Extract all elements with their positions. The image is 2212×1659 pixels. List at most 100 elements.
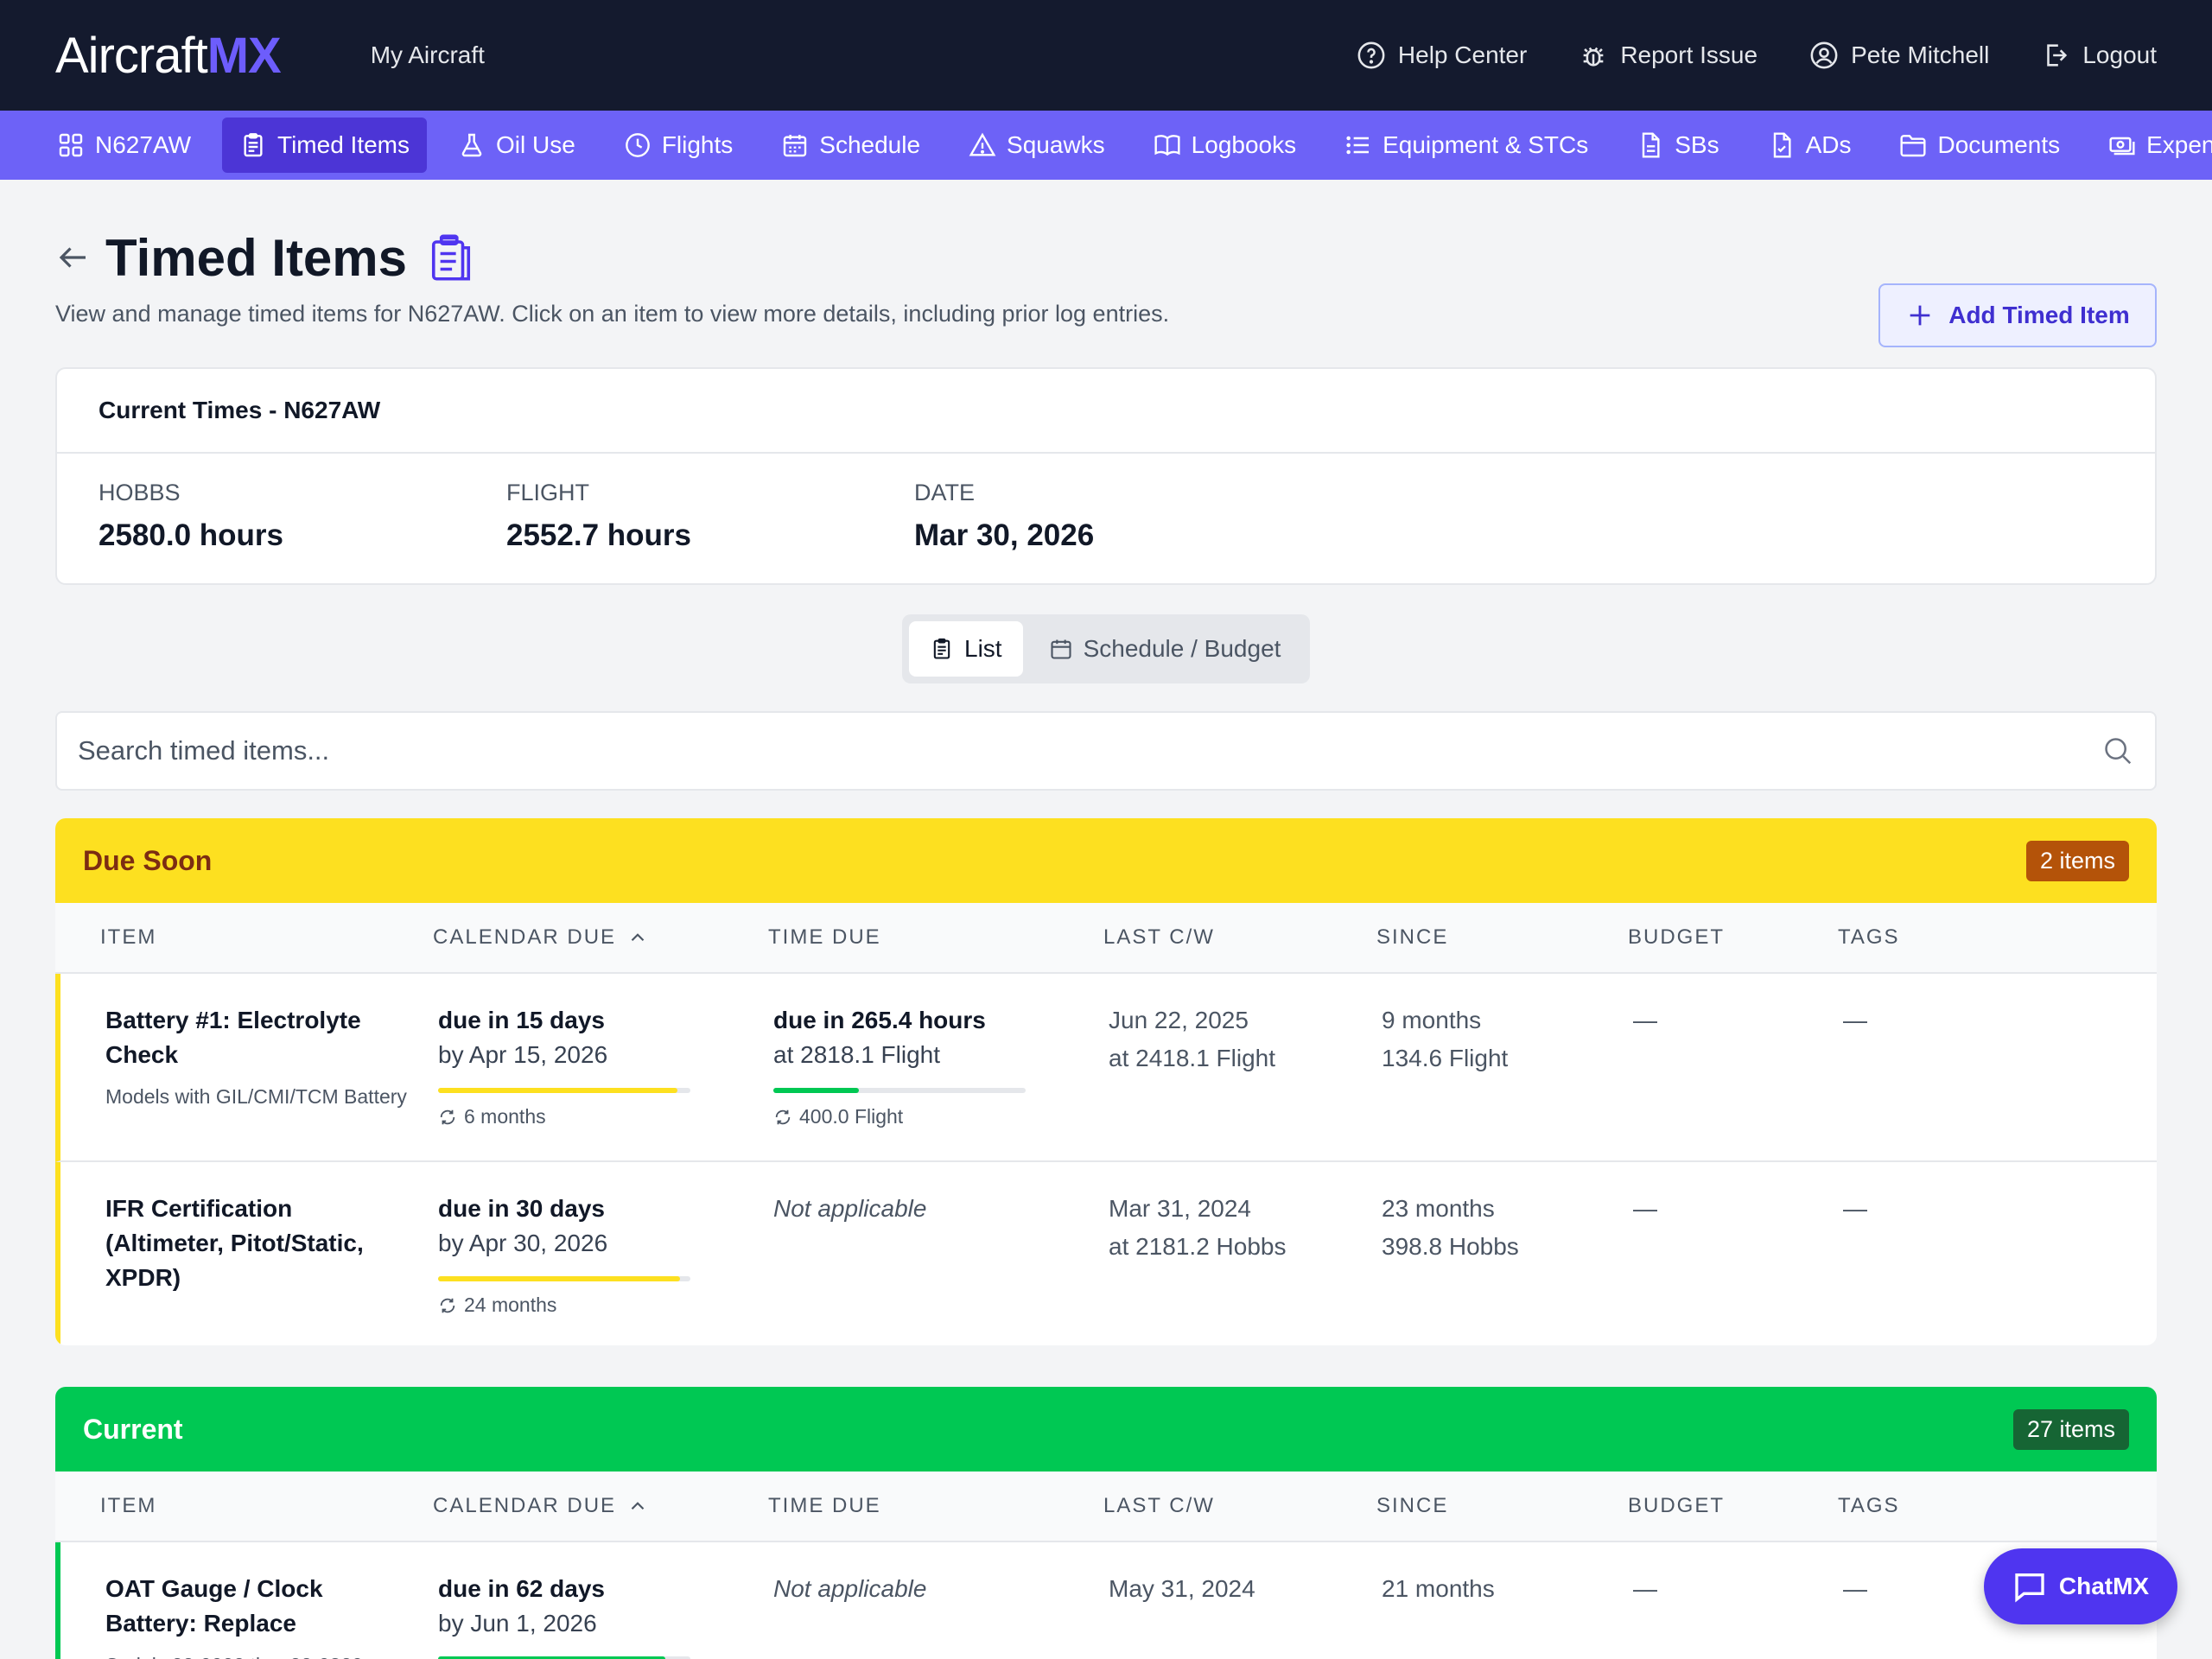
page-subtitle: View and manage timed items for N627AW. … <box>55 301 1170 327</box>
search-bar <box>55 711 2157 791</box>
table-row[interactable]: OAT Gauge / Clock Battery: Replace Seria… <box>55 1542 2157 1659</box>
my-aircraft-link[interactable]: My Aircraft <box>371 41 485 69</box>
nav-ads[interactable]: ADs <box>1751 118 1869 173</box>
flask-icon <box>458 131 486 159</box>
column-item[interactable]: ITEM <box>55 1494 433 1518</box>
logout-link[interactable]: Logout <box>2041 41 2157 70</box>
time-due-at: at 2818.1 Flight <box>773 1041 941 1068</box>
report-issue-link[interactable]: Report Issue <box>1579 41 1758 70</box>
table-row[interactable]: Battery #1: Electrolyte Check Models wit… <box>55 974 2157 1162</box>
nav-documents[interactable]: Documents <box>1882 118 2077 173</box>
user-circle-icon <box>1809 41 1839 70</box>
since-calendar: 21 months <box>1382 1575 1495 1602</box>
back-arrow-icon[interactable] <box>55 239 92 276</box>
nav-flights[interactable]: Flights <box>607 118 750 173</box>
current-section: Current 27 items ITEM CALENDAR DUE TIME … <box>55 1387 2157 1659</box>
item-count-badge: 27 items <box>2012 1408 2129 1450</box>
budget-value: — <box>1633 1575 1657 1602</box>
repeat-icon <box>438 1108 457 1127</box>
nav-oil-use[interactable]: Oil Use <box>441 118 593 173</box>
column-calendar-due[interactable]: CALENDAR DUE <box>433 925 768 950</box>
budget-value: — <box>1633 1007 1657 1033</box>
warning-triangle-icon <box>969 131 996 159</box>
chat-button[interactable]: ChatMX <box>1984 1548 2177 1624</box>
last-cw-at: at 2181.2 Hobbs <box>1109 1233 1287 1260</box>
nav-timed-items[interactable]: Timed Items <box>222 118 428 173</box>
user-profile-link[interactable]: Pete Mitchell <box>1809 41 1989 70</box>
nav-logbooks[interactable]: Logbooks <box>1136 118 1313 173</box>
search-icon[interactable] <box>2101 734 2134 767</box>
help-center-link[interactable]: Help Center <box>1357 41 1527 70</box>
schedule-budget-view-button[interactable]: Schedule / Budget <box>1028 621 1302 677</box>
calendar-icon <box>1049 637 1073 661</box>
search-input[interactable] <box>78 735 2101 766</box>
column-last-cw[interactable]: LAST C/W <box>1103 925 1376 950</box>
page-title: Timed Items <box>105 228 408 287</box>
column-budget[interactable]: BUDGET <box>1628 925 1838 950</box>
column-time-due[interactable]: TIME DUE <box>768 925 1103 950</box>
section-header[interactable]: Current 27 items <box>55 1387 2157 1471</box>
calendar-due-date: by Jun 1, 2026 <box>438 1610 597 1637</box>
time-due-status: due in 265.4 hours <box>773 1007 986 1033</box>
calendar-due-status: due in 15 days <box>438 1007 605 1033</box>
calendar-interval: 24 months <box>438 1294 773 1317</box>
since-calendar: 9 months <box>1382 1007 1482 1033</box>
table-header: ITEM CALENDAR DUE TIME DUE LAST C/W SINC… <box>55 1471 2157 1542</box>
view-toggle: List Schedule / Budget <box>902 614 1310 683</box>
list-icon <box>1344 131 1372 159</box>
column-tags[interactable]: TAGS <box>1838 1494 2157 1518</box>
item-count-badge: 2 items <box>2025 840 2129 881</box>
last-cw-date: Jun 22, 2025 <box>1109 1007 1249 1033</box>
nav-sbs[interactable]: SBs <box>1619 118 1736 173</box>
clock-icon <box>624 131 652 159</box>
item-name: OAT Gauge / Clock Battery: Replace <box>105 1575 323 1637</box>
nav-schedule[interactable]: Schedule <box>764 118 938 173</box>
nav-tail-number[interactable]: N627AW <box>40 118 208 173</box>
current-times-heading: Current Times - N627AW <box>57 369 2155 454</box>
calendar-progress-bar <box>438 1088 690 1093</box>
column-last-cw[interactable]: LAST C/W <box>1103 1494 1376 1518</box>
current-date: DATE Mar 30, 2026 <box>914 480 1095 552</box>
current-times-card: Current Times - N627AW HOBBS 2580.0 hour… <box>55 367 2157 585</box>
column-time-due[interactable]: TIME DUE <box>768 1494 1103 1518</box>
table-row[interactable]: IFR Certification (Altimeter, Pitot/Stat… <box>55 1162 2157 1345</box>
section-header[interactable]: Due Soon 2 items <box>55 818 2157 903</box>
chevron-up-icon <box>626 1495 649 1517</box>
nav-equipment[interactable]: Equipment & STCs <box>1327 118 1605 173</box>
item-name: Battery #1: Electrolyte Check <box>105 1007 361 1068</box>
top-header: Aircraft MX My Aircraft Help Center Repor… <box>0 0 2212 111</box>
column-calendar-due[interactable]: CALENDAR DUE <box>433 1494 768 1518</box>
money-icon <box>2108 131 2136 159</box>
calendar-due-date: by Apr 15, 2026 <box>438 1041 608 1068</box>
column-item[interactable]: ITEM <box>55 925 433 950</box>
nav-squawks[interactable]: Squawks <box>951 118 1122 173</box>
document-check-icon <box>1768 131 1796 159</box>
logout-icon <box>2041 41 2070 70</box>
calendar-progress-bar <box>438 1276 690 1281</box>
due-soon-section: Due Soon 2 items ITEM CALENDAR DUE TIME … <box>55 818 2157 1345</box>
clipboard-icon <box>239 131 267 159</box>
list-view-button[interactable]: List <box>909 621 1023 677</box>
since-calendar: 23 months <box>1382 1195 1495 1222</box>
chevron-up-icon <box>626 926 649 949</box>
add-timed-item-button[interactable]: Add Timed Item <box>1878 283 2157 347</box>
repeat-icon <box>773 1108 792 1127</box>
time-due-not-applicable: Not applicable <box>773 1195 927 1222</box>
clipboard-icon <box>930 637 954 661</box>
clipboard-icon <box>428 232 474 283</box>
column-since[interactable]: SINCE <box>1376 925 1628 950</box>
tags-value: — <box>1843 1007 1867 1033</box>
logo[interactable]: Aircraft MX <box>55 27 282 85</box>
column-tags[interactable]: TAGS <box>1838 925 2157 950</box>
since-time: 134.6 Flight <box>1382 1045 1509 1071</box>
time-due-not-applicable: Not applicable <box>773 1575 927 1602</box>
calendar-due-date: by Apr 30, 2026 <box>438 1230 608 1256</box>
time-interval: 400.0 Flight <box>773 1105 1109 1128</box>
tags-value: — <box>1843 1195 1867 1222</box>
book-open-icon <box>1154 131 1181 159</box>
item-description: Models with GIL/CMI/TCM Battery <box>105 1085 407 1108</box>
nav-expenses[interactable]: Expenses <box>2091 118 2212 173</box>
table-header: ITEM CALENDAR DUE TIME DUE LAST C/W SINC… <box>55 903 2157 974</box>
column-since[interactable]: SINCE <box>1376 1494 1628 1518</box>
column-budget[interactable]: BUDGET <box>1628 1494 1838 1518</box>
